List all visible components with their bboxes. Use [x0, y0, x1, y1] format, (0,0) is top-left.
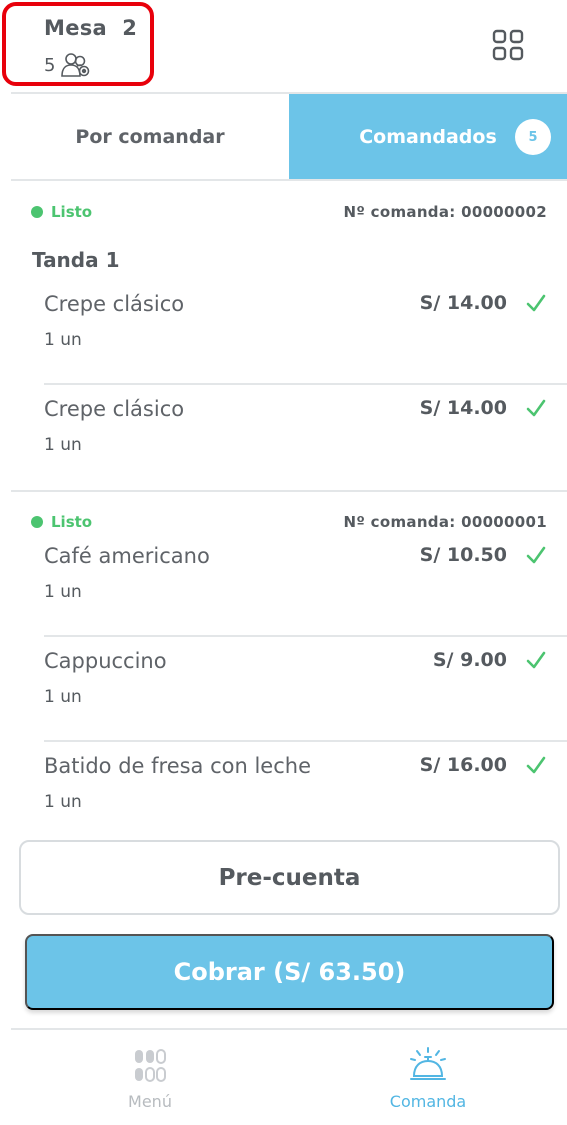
item-name: Crepe clásico — [44, 397, 185, 421]
check-icon — [526, 546, 546, 564]
status-dot-icon — [31, 516, 43, 528]
nav-label: Comanda — [389, 1092, 467, 1111]
nav-item-menu[interactable]: Menú — [11, 1030, 289, 1125]
list-item[interactable]: Crepe clásico 1 un S/ 14.00 — [44, 280, 567, 385]
list-item[interactable]: Cappuccino 1 un S/ 9.00 — [44, 637, 567, 742]
order-tabs: Por comandar Comandados 5 — [11, 92, 567, 181]
item-price: S/ 14.00 — [419, 292, 507, 314]
list-item[interactable]: Crepe clásico 1 un S/ 14.00 — [44, 385, 567, 490]
cobrar-button[interactable]: Cobrar (S/ 63.50) — [25, 934, 554, 1010]
list-item[interactable]: Batido de fresa con leche 1 un S/ 16.00 — [44, 742, 567, 836]
item-quantity: 1 un — [44, 792, 82, 812]
count-badge: 5 — [515, 119, 551, 155]
table-title[interactable]: Mesa 2 — [44, 16, 137, 40]
check-icon — [526, 294, 546, 312]
order-list[interactable]: Listo Nº comanda: 00000002 Tanda 1 Crepe… — [11, 181, 567, 836]
status-badge: Listo — [31, 513, 92, 531]
status-dot-icon — [31, 206, 43, 218]
tab-comandados[interactable]: Comandados 5 — [289, 94, 567, 179]
order-header: Listo Nº comanda: 00000002 — [11, 181, 567, 243]
bottom-nav: Menú Comanda — [11, 1028, 567, 1125]
status-label: Listo — [51, 203, 93, 221]
pre-cuenta-button[interactable]: Pre-cuenta — [19, 840, 560, 915]
item-quantity: 1 un — [44, 582, 82, 602]
item-name: Batido de fresa con leche — [44, 754, 312, 778]
tab-por-comandar[interactable]: Por comandar — [11, 94, 289, 179]
item-name: Café americano — [44, 544, 210, 568]
people-icon — [61, 53, 90, 77]
status-label: Listo — [51, 513, 93, 531]
item-price: S/ 10.50 — [419, 544, 507, 566]
list-item[interactable]: Café americano 1 un S/ 10.50 — [44, 532, 567, 637]
comanda-number: Nº comanda: 00000001 — [343, 513, 547, 531]
grid-menu-button[interactable] — [490, 27, 526, 63]
item-name: Cappuccino — [44, 649, 167, 673]
order-group: Listo Nº comanda: 00000002 Tanda 1 Crepe… — [11, 181, 567, 492]
check-icon — [526, 651, 546, 669]
check-icon — [526, 399, 546, 417]
batch-title: Tanda 1 — [32, 248, 120, 272]
check-icon — [526, 756, 546, 774]
grid-icon — [492, 29, 524, 61]
item-quantity: 1 un — [44, 435, 82, 455]
header: Mesa 2 5 — [0, 0, 567, 92]
item-price: S/ 9.00 — [432, 649, 507, 671]
tab-label: Por comandar — [75, 125, 225, 148]
item-name: Crepe clásico — [44, 292, 185, 316]
nav-label: Menú — [128, 1092, 172, 1111]
guest-info[interactable]: 5 — [44, 52, 91, 78]
item-price: S/ 14.00 — [419, 397, 507, 419]
guest-count: 5 — [44, 54, 56, 76]
status-badge: Listo — [31, 203, 92, 221]
comanda-number: Nº comanda: 00000002 — [343, 203, 547, 221]
tab-label: Comandados — [359, 125, 497, 148]
service-bell-icon — [410, 1047, 446, 1080]
menu-dots-icon — [135, 1049, 166, 1082]
nav-item-comanda[interactable]: Comanda — [289, 1030, 567, 1125]
order-group: Listo Nº comanda: 00000001 Café american… — [11, 492, 567, 836]
item-quantity: 1 un — [44, 330, 82, 350]
item-quantity: 1 un — [44, 687, 82, 707]
item-price: S/ 16.00 — [419, 754, 507, 776]
